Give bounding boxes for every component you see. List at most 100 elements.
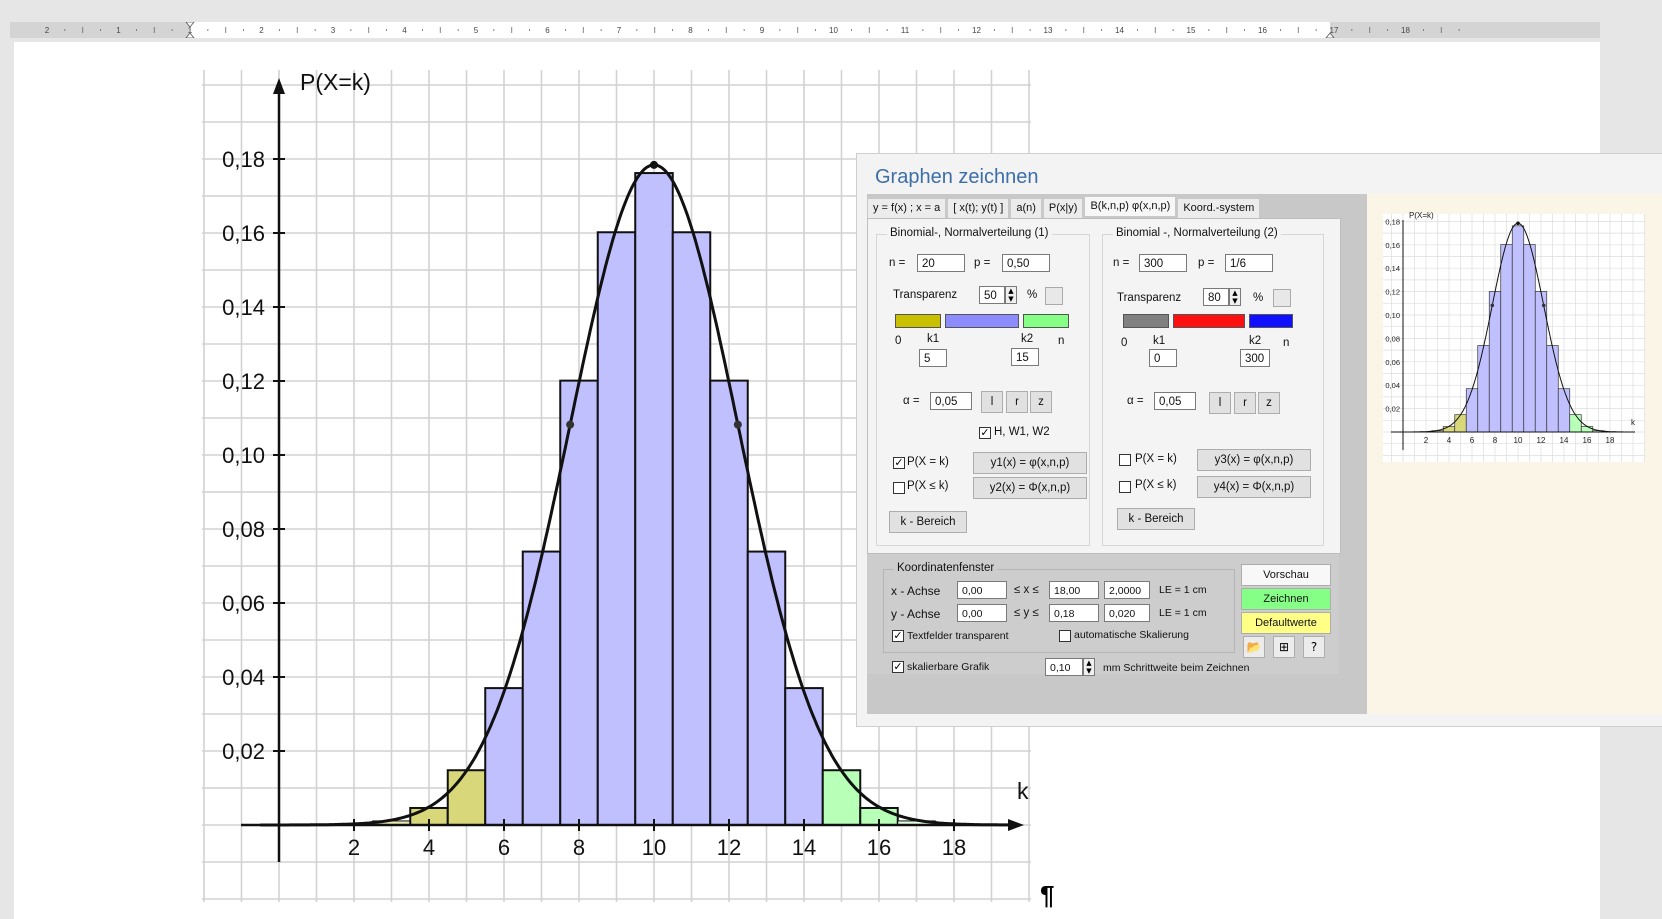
- maximum-point: [650, 160, 658, 169]
- color-right-swatch-2[interactable]: [1249, 314, 1293, 328]
- preview-bar: [1523, 244, 1536, 433]
- cdf-checkbox[interactable]: [893, 482, 905, 494]
- k-range-button-2[interactable]: k - Bereich: [1117, 508, 1195, 530]
- graph-drawing-dialog[interactable]: Graphen zeichnen y = f(x) ; x = a [ x(t)…: [856, 153, 1662, 727]
- inflection-checkbox[interactable]: ✓: [979, 427, 991, 439]
- p-label: p =: [974, 257, 991, 269]
- preview-x-tick-label: 18: [1606, 436, 1615, 445]
- y3-button[interactable]: y3(x) = φ(x,n,p): [1197, 449, 1311, 471]
- n-input[interactable]: 20: [917, 254, 965, 272]
- tab-binomial[interactable]: B(k,n,p) φ(x,n,p): [1084, 196, 1177, 216]
- n-input-2[interactable]: 300: [1139, 254, 1187, 272]
- tab-function[interactable]: y = f(x) ; x = a: [867, 198, 947, 218]
- ruler-number: 3: [331, 26, 336, 35]
- auto-scaling-label: automatische Skalierung: [1074, 629, 1189, 641]
- transparency-spinner-2[interactable]: ▲ ▼: [1229, 288, 1241, 306]
- tab-point[interactable]: P(x|y): [1042, 198, 1084, 218]
- k2-input[interactable]: 15: [1011, 348, 1039, 366]
- k1-input-2[interactable]: 0: [1149, 349, 1177, 367]
- bar: [821, 769, 862, 826]
- defaults-button[interactable]: Defaultwerte: [1241, 612, 1331, 634]
- preview-maximum-point: [1516, 221, 1520, 226]
- color-middle-swatch[interactable]: [945, 314, 1019, 328]
- two-sided-button-2[interactable]: z: [1258, 392, 1280, 414]
- preview-bar: [1500, 244, 1513, 433]
- ruler-number: 2: [45, 26, 50, 35]
- transparency-input[interactable]: 50: [979, 286, 1005, 304]
- ruler-scale: 2 1 1 2 3 4 5 6 7 8 9 10 11 12 13 14 15 16 17 18: [10, 21, 1600, 39]
- y4-button[interactable]: y4(x) = Φ(x,n,p): [1197, 476, 1311, 498]
- p-input-2[interactable]: 1/6: [1225, 254, 1273, 272]
- y-min-input[interactable]: 0,00: [957, 604, 1007, 622]
- bar: [596, 231, 637, 826]
- insert-graphic-icon[interactable]: ⊞: [1273, 636, 1295, 658]
- transparency-input-2[interactable]: 80: [1203, 288, 1229, 306]
- x-axis-label: x - Achse: [891, 584, 941, 598]
- cdf-label: P(X ≤ k): [907, 480, 949, 492]
- y-tick-label: 0,04: [222, 665, 265, 690]
- y-axis-label: y - Achse: [891, 607, 941, 621]
- preview-bar: [1442, 426, 1456, 433]
- tab-coordinate-system[interactable]: Koord.-system: [1177, 198, 1261, 218]
- color-left-swatch-2[interactable]: [1123, 314, 1169, 328]
- cdf-checkbox-2[interactable]: [1119, 481, 1131, 493]
- left-button-2[interactable]: l: [1209, 392, 1231, 414]
- open-folder-icon[interactable]: 📂: [1243, 636, 1265, 658]
- alpha-input[interactable]: 0,05: [930, 392, 972, 410]
- y-step-input[interactable]: 0,020: [1104, 604, 1150, 622]
- x-max-input[interactable]: 18,00: [1049, 581, 1099, 599]
- preview-bar: [1454, 414, 1467, 433]
- auto-scaling-checkbox[interactable]: [1059, 630, 1071, 642]
- right-button-2[interactable]: r: [1234, 392, 1256, 414]
- x-step-input[interactable]: 2,0000: [1104, 581, 1150, 599]
- y-tick-label: 0,10: [222, 443, 265, 468]
- transparent-textfields-checkbox[interactable]: ✓: [892, 630, 904, 642]
- alpha-input-2[interactable]: 0,05: [1154, 392, 1196, 410]
- tab-parametric[interactable]: [ x(t); y(t) ]: [947, 198, 1010, 218]
- pmf-checkbox-2[interactable]: [1119, 454, 1131, 466]
- x-leq-label: ≤ x ≤: [1014, 584, 1039, 596]
- zero-label-2: 0: [1121, 337, 1128, 349]
- transparency-spinner[interactable]: ▲ ▼: [1005, 286, 1017, 304]
- bar: [446, 769, 487, 826]
- p-input[interactable]: 0,50: [1002, 254, 1050, 272]
- preview-x-tick-label: 4: [1447, 436, 1452, 445]
- y-tick-label: 0,16: [222, 221, 265, 246]
- color-preview-box[interactable]: [1045, 287, 1063, 305]
- color-left-swatch[interactable]: [895, 314, 941, 328]
- step-width-spinner[interactable]: ▲ ▼: [1083, 658, 1095, 676]
- preview-bar: [1477, 345, 1490, 433]
- color-preview-box-2[interactable]: [1273, 289, 1291, 307]
- ruler-number: 14: [1115, 26, 1124, 35]
- x-min-input[interactable]: 0,00: [957, 581, 1007, 599]
- help-icon[interactable]: ?: [1303, 636, 1325, 658]
- x-tick-label: 14: [792, 835, 816, 860]
- two-sided-button[interactable]: z: [1030, 391, 1052, 413]
- paragraph-mark: ¶: [1040, 880, 1055, 910]
- x-tick-label: 16: [867, 835, 891, 860]
- ruler-number: 2: [259, 26, 264, 35]
- bar: [521, 550, 562, 826]
- k-range-button[interactable]: k - Bereich: [889, 511, 967, 533]
- x-tick-label: 4: [423, 835, 435, 860]
- k2-input-2[interactable]: 300: [1240, 349, 1270, 367]
- right-button[interactable]: r: [1006, 391, 1028, 413]
- ruler-number: 9: [760, 26, 765, 35]
- scalable-graphic-checkbox[interactable]: ✓: [892, 661, 904, 673]
- tab-sequence[interactable]: a(n): [1010, 198, 1042, 218]
- preview-y-tick-label: 0,16: [1385, 241, 1400, 250]
- k1-input[interactable]: 5: [919, 349, 947, 367]
- left-button[interactable]: l: [981, 391, 1003, 413]
- color-right-swatch[interactable]: [1023, 314, 1069, 328]
- pmf-checkbox[interactable]: ✓: [893, 457, 905, 469]
- step-width-input[interactable]: 0,10: [1045, 658, 1083, 676]
- preview-x-tick-label: 16: [1583, 436, 1592, 445]
- y2-button[interactable]: y2(x) = Φ(x,n,p): [973, 477, 1087, 499]
- draw-button[interactable]: Zeichnen: [1241, 588, 1331, 610]
- y1-button[interactable]: y1(x) = φ(x,n,p): [973, 452, 1087, 474]
- color-middle-swatch-2[interactable]: [1173, 314, 1245, 328]
- preview-button[interactable]: Vorschau: [1241, 564, 1331, 586]
- preview-chart: 2 4 6 8 10 12 14 16 18 0,02 0,04 0,06 0,08 0,10 0,12 0,…: [1383, 211, 1645, 462]
- preview-x-tick-label: 2: [1424, 436, 1429, 445]
- y-max-input[interactable]: 0,18: [1049, 604, 1099, 622]
